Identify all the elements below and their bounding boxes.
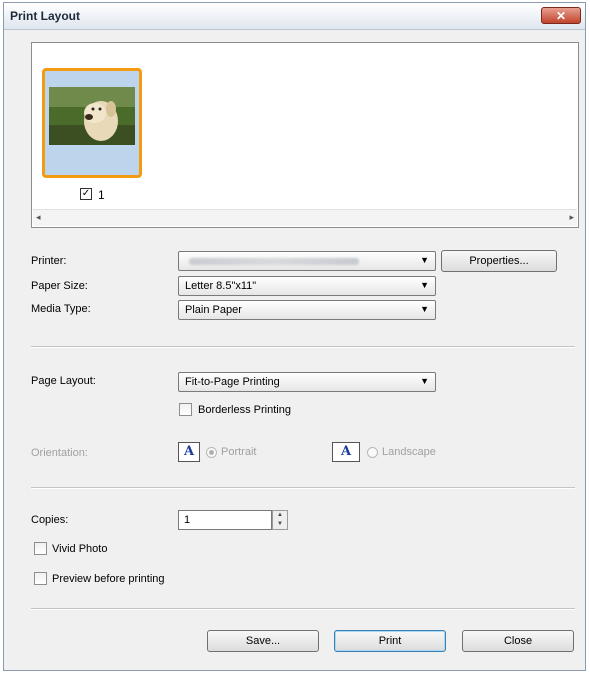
media-type-select[interactable]: Plain Paper ▼ [178,300,436,320]
dog-photo [49,87,135,145]
window-title: Print Layout [10,9,81,23]
save-button[interactable]: Save... [207,630,319,652]
scroll-left-arrow-icon[interactable]: ◂ [36,212,41,223]
printer-label: Printer: [31,255,67,267]
separator [31,608,575,610]
copies-value: 1 [184,514,191,526]
borderless-printing-label: Borderless Printing [198,404,291,416]
copies-label: Copies: [31,514,69,526]
chevron-down-icon: ▼ [420,376,429,386]
spin-down-icon[interactable]: ▼ [273,520,287,529]
page-layout-label: Page Layout: [31,375,96,387]
portrait-orientation-icon: A [178,442,200,462]
properties-button[interactable]: Properties... [441,250,557,272]
media-type-label: Media Type: [31,303,91,315]
printer-select[interactable]: ▼ [178,251,436,271]
paper-size-label: Paper Size: [31,280,88,292]
separator [31,487,575,489]
printer-name-obscured [189,258,359,265]
borderless-printing-checkbox[interactable] [179,403,192,416]
landscape-label: Landscape [382,446,436,458]
preview-before-printing-label: Preview before printing [52,573,165,585]
scroll-right-arrow-icon[interactable]: ▸ [569,212,574,223]
copies-stepper[interactable]: ▲ ▼ [272,510,288,530]
page-layout-value: Fit-to-Page Printing [185,376,280,388]
chevron-down-icon: ▼ [420,280,429,290]
paper-size-value: Letter 8.5"x11" [185,280,257,292]
preview-before-printing-checkbox[interactable] [34,572,47,585]
close-button[interactable]: Close [462,630,574,652]
print-button[interactable]: Print [334,630,446,652]
preview-horizontal-scrollbar[interactable]: ◂ ▸ [33,209,577,226]
close-window-button[interactable]: ✕ [541,7,581,24]
photo-thumbnail[interactable] [42,68,142,178]
media-type-value: Plain Paper [185,304,242,316]
separator [31,346,575,348]
chevron-down-icon: ▼ [420,304,429,314]
portrait-radio[interactable] [206,447,217,458]
landscape-orientation-icon: A [332,442,360,462]
landscape-radio[interactable] [367,447,378,458]
copies-input[interactable]: 1 [178,510,272,530]
chevron-down-icon: ▼ [420,255,429,265]
vivid-photo-checkbox[interactable] [34,542,47,555]
portrait-label: Portrait [221,446,257,458]
thumbnail-checkbox[interactable]: ✓ [80,188,92,200]
layout-preview-panel: ✓ 1 ◂ ▸ [31,42,579,228]
paper-size-select[interactable]: Letter 8.5"x11" ▼ [178,276,436,296]
title-bar: Print Layout ✕ [4,3,585,30]
page-layout-select[interactable]: Fit-to-Page Printing ▼ [178,372,436,392]
spin-up-icon[interactable]: ▲ [273,511,287,520]
vivid-photo-label: Vivid Photo [52,543,108,555]
thumbnail-copy-count: 1 [98,188,105,202]
print-layout-dialog: Print Layout ✕ ✓ 1 ◂ ▸ Printer: ▼ Proper… [3,2,586,671]
orientation-label: Orientation: [31,447,88,459]
